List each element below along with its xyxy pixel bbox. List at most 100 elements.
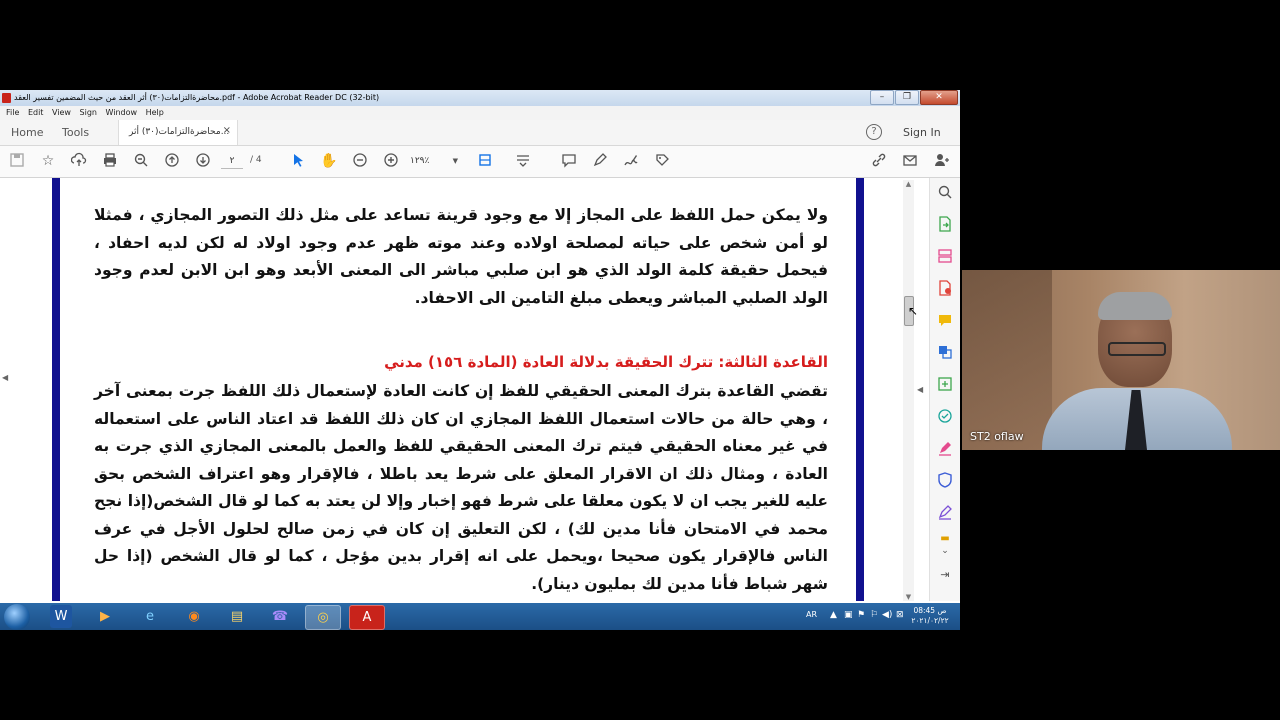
page-border-left xyxy=(52,178,60,601)
zoom-plus-icon[interactable] xyxy=(382,152,400,170)
webcam-participant-name: ST2 oflaw xyxy=(970,430,1024,443)
network-status-icon[interactable]: ▣ xyxy=(844,610,853,620)
ie-browser-icon[interactable]: e xyxy=(133,605,167,628)
tab-home[interactable]: Home xyxy=(11,126,43,139)
flag-icon[interactable]: ⚐ xyxy=(870,610,878,620)
create-pdf-icon[interactable] xyxy=(936,280,954,298)
sign-icon[interactable] xyxy=(622,152,640,170)
menu-file[interactable]: File xyxy=(6,106,19,120)
action-center-icon[interactable]: ⚑ xyxy=(857,610,865,620)
sign-in-link[interactable]: Sign In xyxy=(903,126,941,139)
taskbar: W ▶ e ◉ ▤ ☎ ◎ A AR ▲ ▣ ⚑ ⚐ ◀) ⊠ 08:45 ص … xyxy=(0,603,960,630)
export-pdf-icon[interactable] xyxy=(936,216,954,234)
vertical-scrollbar[interactable]: ▲ ▼ xyxy=(903,180,914,601)
scroll-mode-icon[interactable] xyxy=(514,152,532,170)
page-number-input[interactable]: ٢ xyxy=(221,154,243,169)
window-controls: – ❐ ✕ xyxy=(869,90,958,105)
volume-icon[interactable]: ◀) xyxy=(882,610,892,620)
page-down-icon[interactable] xyxy=(194,152,212,170)
close-window-button[interactable]: ✕ xyxy=(920,90,958,105)
file-explorer-icon[interactable]: ▤ xyxy=(220,605,254,628)
toolbar: ☆ ٢ / 4 ✋ ١٢٩٪ ▼ xyxy=(0,146,960,178)
firefox-icon[interactable]: ◉ xyxy=(177,605,211,628)
save-icon[interactable] xyxy=(8,152,26,170)
chrome-icon[interactable]: ◎ xyxy=(305,605,341,630)
mouse-cursor-icon: ↖ xyxy=(908,304,919,318)
left-pane-toggle-icon[interactable]: ◀ xyxy=(2,373,8,382)
minimize-button[interactable]: – xyxy=(870,90,894,105)
restore-button[interactable]: ❐ xyxy=(895,90,919,105)
start-button[interactable] xyxy=(4,604,30,630)
comment-tool-icon[interactable] xyxy=(936,312,954,330)
highlight-icon[interactable] xyxy=(936,440,954,458)
star-icon[interactable]: ☆ xyxy=(39,152,57,170)
expand-pane-icon[interactable]: ⇥ xyxy=(936,566,954,584)
acrobat-window: محاضرةالتزامات(٣٠) أثر العقد من حيث المض… xyxy=(0,90,960,630)
scroll-down-icon[interactable]: ▼ xyxy=(903,593,914,601)
word-app-icon[interactable]: W xyxy=(50,605,72,628)
window-title: محاضرةالتزامات(٣٠) أثر العقد من حيث المض… xyxy=(14,93,380,102)
zoom-minus-icon[interactable] xyxy=(351,152,369,170)
webcam-background-shelf xyxy=(962,270,1052,450)
tray-expand-icon[interactable]: ▲ xyxy=(830,610,837,620)
clock-time: 08:45 ص xyxy=(913,606,947,615)
tab-tools[interactable]: Tools xyxy=(62,126,89,139)
section-heading: القاعدة الثالثة: تترك الحقيقة بدلالة الع… xyxy=(384,353,828,371)
menu-edit[interactable]: Edit xyxy=(28,106,44,120)
paragraph-first: ولا يمكن حمل اللفظ على المجاز إلا مع وجو… xyxy=(94,206,828,307)
stamp-icon[interactable] xyxy=(653,152,671,170)
protect-icon[interactable] xyxy=(936,472,954,490)
document-tab-label: محاضرةالتزامات(٣٠) أثر... xyxy=(129,127,230,137)
hand-icon[interactable]: ✋ xyxy=(320,152,338,170)
right-pane-toggle-icon[interactable]: ◀ xyxy=(917,385,923,394)
webcam-person-glasses xyxy=(1108,342,1166,356)
help-icon[interactable]: ? xyxy=(866,124,882,140)
email-icon[interactable] xyxy=(901,152,919,170)
search-icon[interactable] xyxy=(936,184,954,202)
signature-icon[interactable] xyxy=(936,504,954,522)
tools-pane: ▬ ⌄ ⇥ xyxy=(929,178,960,601)
acrobat-taskbar-icon[interactable]: A xyxy=(349,605,385,630)
language-indicator[interactable]: AR xyxy=(806,610,817,619)
acrobat-icon xyxy=(2,93,11,103)
page-total: / 4 xyxy=(250,155,262,165)
page-content: ولا يمكن حمل اللفظ على المجاز إلا مع وجو… xyxy=(94,178,828,601)
zoom-value: ١٢٩٪ xyxy=(410,156,430,166)
close-tab-icon[interactable]: × xyxy=(223,125,231,136)
chevron-down-icon[interactable]: ⌄ xyxy=(936,542,954,560)
tab-document[interactable]: محاضرةالتزامات(٣٠) أثر... × xyxy=(118,120,238,145)
webcam-video: ST2 oflaw xyxy=(962,270,1280,450)
system-tray: AR ▲ ▣ ⚑ ⚐ ◀) ⊠ 08:45 ص ٢٠٢١/٠٢/٢٢ xyxy=(760,603,960,630)
upload-icon[interactable] xyxy=(70,152,88,170)
comment-icon[interactable] xyxy=(560,152,578,170)
menu-view[interactable]: View xyxy=(52,106,71,120)
edit-pdf-icon[interactable] xyxy=(936,376,954,394)
select-cursor-icon[interactable] xyxy=(289,152,307,170)
zoom-out-search-icon[interactable] xyxy=(132,152,150,170)
viber-icon[interactable]: ☎ xyxy=(263,605,297,628)
page-up-icon[interactable] xyxy=(163,152,181,170)
menu-sign[interactable]: Sign xyxy=(80,106,97,120)
menu-help[interactable]: Help xyxy=(146,106,164,120)
chevron-down-icon: ▼ xyxy=(452,157,458,165)
scroll-up-icon[interactable]: ▲ xyxy=(903,180,914,188)
menu-window[interactable]: Window xyxy=(106,106,138,120)
title-bar: محاضرةالتزامات(٣٠) أثر العقد من حيث المض… xyxy=(0,90,960,106)
menu-bar: File Edit View Sign Window Help xyxy=(0,106,960,120)
share-user-icon[interactable] xyxy=(932,152,950,170)
clock[interactable]: 08:45 ص ٢٠٢١/٠٢/٢٢ xyxy=(902,606,958,626)
page-border-right xyxy=(856,178,864,601)
paragraph-second: تقضي القاعدة بترك المعنى الحقيقي للفظ إن… xyxy=(94,382,828,593)
fit-page-icon[interactable] xyxy=(476,152,494,170)
link-icon[interactable] xyxy=(870,152,888,170)
combine-icon[interactable] xyxy=(936,344,954,362)
document-view[interactable]: ◀ ولا يمكن حمل اللفظ على المجاز إلا مع و… xyxy=(0,178,900,601)
media-player-icon[interactable]: ▶ xyxy=(88,605,122,628)
webcam-person-hair xyxy=(1098,292,1172,320)
tab-bar: Home Tools محاضرةالتزامات(٣٠) أثر... × ?… xyxy=(0,120,960,146)
pen-icon[interactable] xyxy=(591,152,609,170)
zoom-select[interactable]: ١٢٩٪ ▼ xyxy=(410,154,460,168)
print-icon[interactable] xyxy=(101,152,119,170)
organize-icon[interactable] xyxy=(936,248,954,266)
fill-sign-icon[interactable] xyxy=(936,408,954,426)
